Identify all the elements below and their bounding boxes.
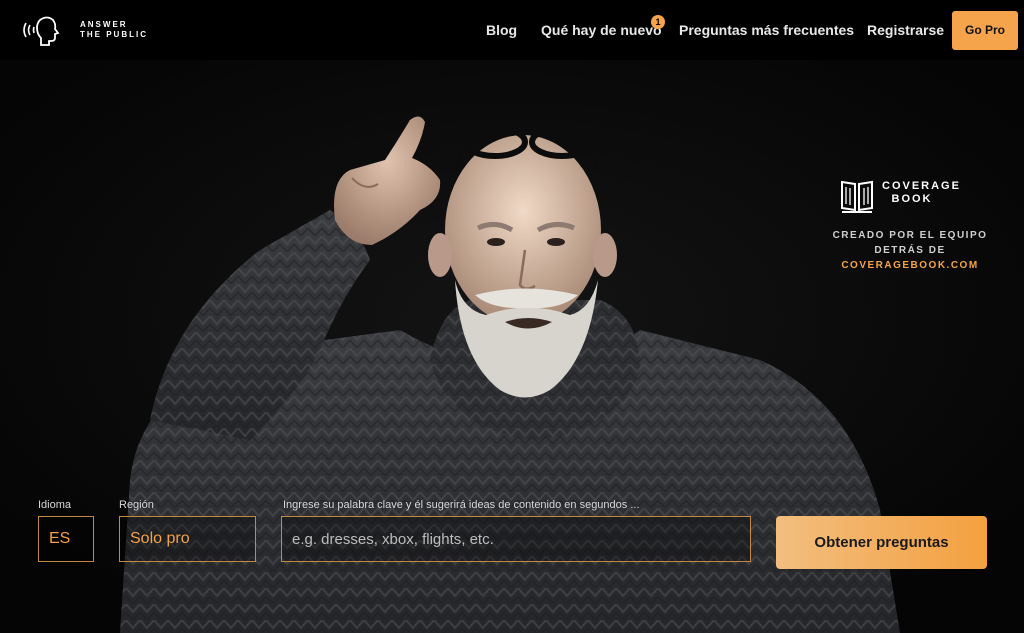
region-select[interactable]: Solo pro bbox=[119, 516, 256, 562]
top-navigation-bar: ANSWER THE PUBLIC Blog Qué hay de nuevo … bbox=[0, 0, 1024, 60]
keyword-label: Ingrese su palabra clave y él sugerirá i… bbox=[283, 499, 640, 511]
whats-new-badge: 1 bbox=[651, 15, 665, 29]
coveragebook-brand: COVERAGE BOOK bbox=[882, 180, 961, 206]
coveragebook-brand-line-2: BOOK bbox=[891, 193, 933, 205]
coveragebook-link[interactable]: COVERAGEBOOK.COM bbox=[820, 258, 1000, 273]
nav-register-link[interactable]: Registrarse bbox=[867, 22, 944, 38]
go-pro-button[interactable]: Go Pro bbox=[952, 11, 1018, 50]
coveragebook-brand-line-1: COVERAGE bbox=[882, 180, 961, 192]
nav-blog-link[interactable]: Blog bbox=[486, 22, 517, 38]
book-icon bbox=[841, 180, 873, 213]
region-label: Región bbox=[119, 499, 154, 511]
coveragebook-tagline: CREADO POR EL EQUIPO DETRÁS DE COVERAGEB… bbox=[820, 228, 1000, 273]
language-label: Idioma bbox=[38, 499, 72, 511]
tagline-line-1: CREADO POR EL EQUIPO bbox=[832, 230, 988, 241]
keyword-input[interactable] bbox=[282, 517, 750, 561]
nav-faq-link[interactable]: Preguntas más frecuentes bbox=[679, 22, 854, 38]
nav-whats-new-link[interactable]: Qué hay de nuevo bbox=[541, 22, 662, 38]
keyword-field-wrapper bbox=[281, 516, 751, 562]
logo-wordmark: ANSWER THE PUBLIC bbox=[80, 20, 148, 40]
logo-line-1: ANSWER bbox=[80, 20, 128, 29]
speaking-head-logo-icon bbox=[23, 16, 60, 46]
language-select[interactable]: ES bbox=[38, 516, 94, 562]
tagline-line-2: DETRÁS DE bbox=[874, 245, 946, 256]
logo-line-2: THE PUBLIC bbox=[80, 30, 148, 39]
coveragebook-promo: COVERAGE BOOK CREADO POR EL EQUIPO DETRÁ… bbox=[820, 176, 1000, 276]
get-questions-button[interactable]: Obtener preguntas bbox=[776, 516, 987, 569]
answer-the-public-logo[interactable]: ANSWER THE PUBLIC bbox=[20, 14, 150, 48]
